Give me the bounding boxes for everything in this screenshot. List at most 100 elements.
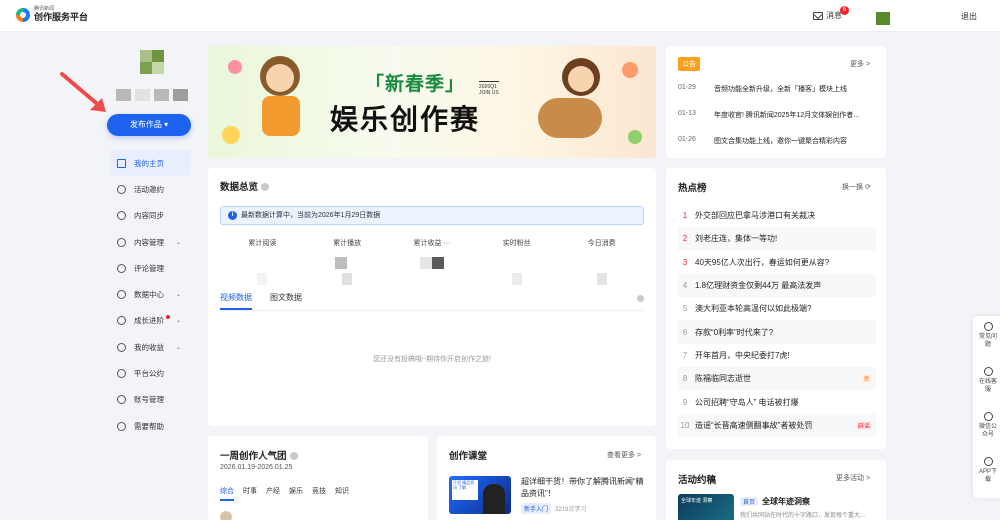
sidebar-item-label: 成长进阶 (134, 316, 164, 326)
help-icon[interactable] (261, 183, 270, 192)
weekly-tab-1[interactable]: 时事 (243, 486, 257, 501)
stat-item: 累计阅读 (220, 238, 305, 269)
hot-list-item[interactable]: 1 外交部回应巴拿马涉港口有关裁决 (678, 204, 876, 227)
weekly-tab-0[interactable]: 综合 (220, 486, 234, 501)
course-more-link[interactable]: 查看更多 > (607, 450, 641, 460)
weekly-tabs: 综合 时事 产经 娱乐 竞技 知识 (220, 486, 349, 501)
data-overview-card: 数据总览 i 最新数据计算中，当前为2026年1月29日数据 累计阅读 累计播放累… (208, 168, 656, 426)
course-item-title[interactable]: 超详细干货！带你了解腾讯新闻“精品资讯”！ (521, 476, 647, 499)
help-icon[interactable] (289, 452, 298, 461)
activity-icon (117, 184, 126, 194)
float-item-2[interactable]: 微信公众号 (973, 406, 1000, 451)
stat-label: 累计收益 ··· (413, 240, 451, 247)
hot-rank: 8 (682, 374, 688, 384)
stat-value-blurred (474, 257, 559, 269)
weekly-title: 一周创作人气团 (220, 448, 298, 462)
sidebar-item-label: 内容同步 (134, 211, 164, 221)
hot-list-item[interactable]: 4 1.8亿理财资金仅剩44万 最高法发声 (678, 273, 876, 298)
hot-tag: 新 (861, 374, 872, 384)
sidebar-item-label: 评论管理 (134, 263, 164, 273)
chevron-down-icon: ⌄ (176, 318, 182, 325)
hot-list-item[interactable]: 2 刘老庄连，集体一等功! (678, 227, 876, 251)
hot-title: 陈福临同志逝世 (695, 374, 751, 384)
weekly-tab-3[interactable]: 娱乐 (289, 486, 303, 501)
sidebar-item-10[interactable]: 需要帮助 (110, 413, 190, 439)
float-item-0[interactable]: 常见问题 (973, 316, 1000, 361)
messages-button[interactable]: 消息 (813, 10, 842, 21)
float-item-3[interactable]: APP下载 (973, 451, 1000, 496)
tab-article-data[interactable]: 图文数据 (270, 292, 302, 310)
platform-logo[interactable]: 腾讯新闻 创作服务平台 (16, 7, 88, 22)
activity-item-title[interactable]: 全球年迹洞察 (762, 496, 810, 507)
announcement-item[interactable]: 01-29 音频功能全新升级，全新「播客」模块上线 (678, 84, 876, 110)
help-icon[interactable] (637, 295, 644, 302)
hot-list-item[interactable]: 9 公司招聘“守岛人” 电话被打爆 (678, 390, 876, 413)
hot-list-item[interactable]: 5 澳大利亚本轮高温何以如此极端? (678, 297, 876, 320)
sidebar-item-2[interactable]: 内容同步 (110, 203, 190, 229)
headset-icon (983, 367, 993, 376)
hot-list-item[interactable]: 3 40天95亿人次出行，春运如何更从容? (678, 251, 876, 274)
sidebar-item-7[interactable]: 我的收益 ⌄ (110, 334, 190, 360)
top-bar: 腾讯新闻 创作服务平台 消息 6 退出 (0, 0, 1000, 32)
refresh-button[interactable]: 换一换 ⟳ (842, 182, 871, 192)
sidebar-item-3[interactable]: 内容管理 ⌄ (110, 229, 190, 255)
mail-icon (813, 11, 823, 20)
sidebar-item-4[interactable]: 评论管理 (110, 255, 190, 281)
home-icon (117, 158, 126, 168)
course-thumbnail[interactable]: 干货 精品资讯 了解 (449, 476, 511, 514)
stat-item: 累计收益 ··· (390, 238, 475, 269)
float-label: 常见问题 (978, 334, 997, 348)
sidebar-item-8[interactable]: 平台公约 (110, 360, 190, 386)
logo-title: 创作服务平台 (34, 12, 89, 22)
user-avatar[interactable] (876, 12, 890, 25)
hot-list-item[interactable]: 7 开年首月，中央纪委打7虎! (678, 344, 876, 367)
hot-title: 澳大利亚本轮高温何以如此极端? (695, 304, 812, 314)
weekly-tab-2[interactable]: 产经 (266, 486, 280, 501)
profile-avatar[interactable] (140, 50, 164, 74)
announcement-item[interactable]: 01-13 年度收官! 腾讯新闻2025年12月文体娱创作者... (678, 110, 876, 136)
hot-list-item[interactable]: 8 陈福临同志逝世 新 (678, 367, 876, 391)
promo-banner[interactable]: 新春季 2026Q1JOIN US 娱乐创作赛 (208, 46, 656, 158)
hot-list-item[interactable]: 10 造谣“长晋高速侧翻事故”者被处罚 辟谣 (678, 413, 876, 437)
activity-item-desc: 我们共同站在时代的十字路口，发现每个重大... (740, 513, 866, 519)
stats-row: 累计阅读 累计播放 累计收益 ··· 实时粉丝 今日消费 (220, 238, 644, 269)
weekly-tab-4[interactable]: 竞技 (312, 486, 326, 501)
sidebar-item-9[interactable]: 账号管理 (110, 387, 190, 413)
sidebar-item-0[interactable]: 我的主页 (110, 150, 190, 177)
cartoon-face (266, 64, 294, 92)
announcement-text: 图文合集功能上线，邀你一键聚合精彩内容 (714, 138, 847, 145)
weekly-tab-5[interactable]: 知识 (335, 486, 349, 501)
hot-title: 40天95亿人次出行，春运如何更从容? (695, 257, 830, 267)
logout-button[interactable]: 退出 (961, 11, 977, 22)
hot-rank: 2 (682, 234, 688, 244)
cartoon-body (262, 96, 300, 136)
list-item[interactable] (220, 511, 416, 520)
publish-button[interactable]: 发布作品 ▾ (107, 114, 191, 136)
sidebar-item-6[interactable]: 成长进阶 ⌄ (110, 308, 190, 334)
income-icon (117, 342, 126, 352)
banner-title: 娱乐创作赛 (330, 104, 481, 135)
cartoon-face (568, 66, 594, 92)
profile-name-blurred (116, 89, 188, 101)
banner-quarter: 2026Q1 JOIN US (479, 81, 499, 96)
sidebar-item-5[interactable]: 数据中心 ⌄ (110, 281, 190, 307)
hot-list-item[interactable]: 6 存款“0利率”时代来了? (678, 320, 876, 344)
announcement-more-link[interactable]: 更多 > (850, 59, 870, 69)
tab-video-data[interactable]: 视频数据 (220, 292, 252, 310)
stat-value-blurred (390, 257, 475, 269)
announcement-text: 音频功能全新升级，全新「播客」模块上线 (714, 86, 847, 93)
left-sidebar: 发布作品 ▾ 我的主页 活动邀约内容同步内容管理 ⌄ 评论管理数据中心 ⌄ 成长进阶 ⌄ 我的… (0, 32, 200, 520)
hot-rank: 10 (680, 420, 690, 430)
announcement-date: 01-13 (678, 110, 696, 117)
float-item-1[interactable]: 在线客服 (973, 361, 1000, 406)
info-icon: i (228, 211, 237, 220)
sidebar-item-label: 平台公约 (134, 369, 164, 379)
activity-thumbnail[interactable]: 全球年迹 洞察 (678, 494, 734, 520)
hot-rank: 4 (682, 281, 688, 291)
activity-more-link[interactable]: 更多活动 > (836, 473, 870, 483)
sidebar-item-1[interactable]: 活动邀约 (110, 176, 190, 202)
tab-divider (220, 310, 644, 311)
announcement-item[interactable]: 01-26 图文合集功能上线，邀你一键聚合精彩内容 (678, 136, 876, 162)
course-tag: 新手入门 (521, 503, 552, 514)
weekly-title-text: 一周创作人气团 (220, 451, 287, 462)
